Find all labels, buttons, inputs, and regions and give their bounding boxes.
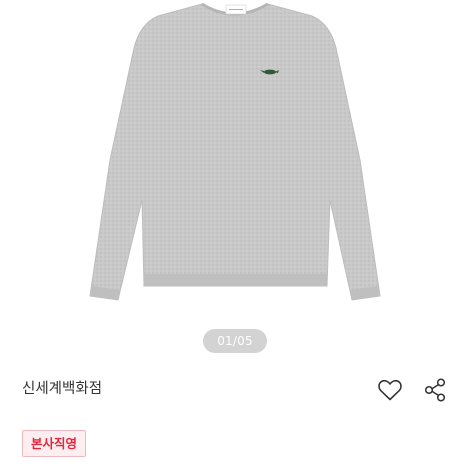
wishlist-button[interactable] <box>374 374 406 406</box>
product-image-gallery[interactable]: 01/05 <box>0 0 468 362</box>
official-store-badge: 본사직영 <box>22 430 87 457</box>
share-icon <box>424 378 446 402</box>
page-indicator: 01/05 <box>203 329 267 353</box>
heart-icon <box>378 379 402 401</box>
product-image <box>89 2 381 301</box>
brand-tag <box>225 4 247 15</box>
share-button[interactable] <box>419 374 451 406</box>
seller-row: 신세계백화점 <box>0 366 468 414</box>
sweater-body <box>89 3 381 301</box>
seller-name-link[interactable]: 신세계백화점 <box>22 377 102 398</box>
